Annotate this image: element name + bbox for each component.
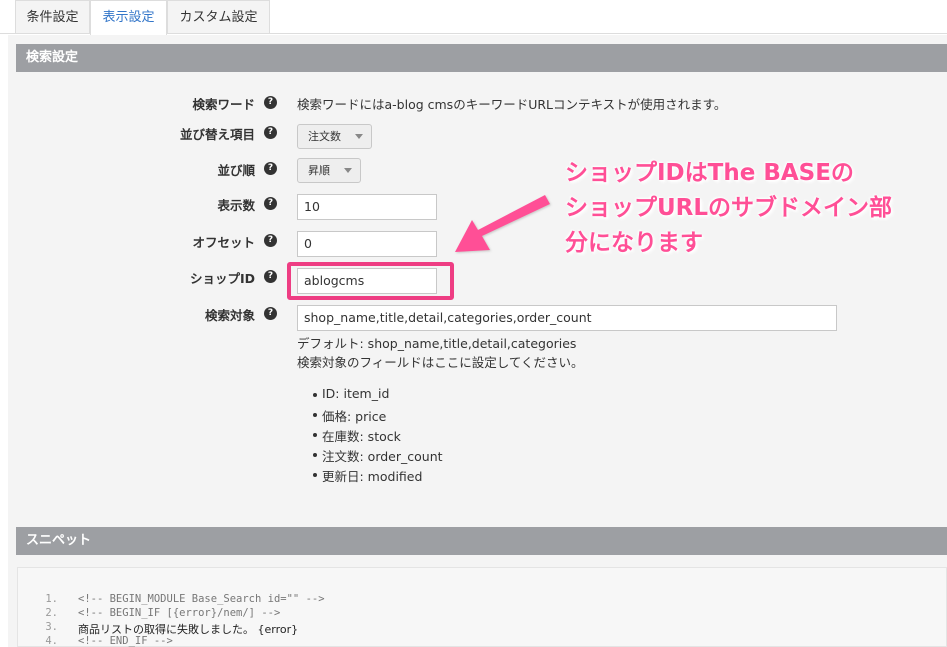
help-icon[interactable]: ? (264, 307, 277, 320)
code-text: <!-- BEGIN_IF [{error}/nem/] --> (78, 607, 281, 619)
help-icon[interactable]: ? (264, 197, 277, 210)
label-offset: オフセット (192, 235, 255, 250)
line-number: 1. (45, 593, 58, 605)
annotation-callout: ショップIDはThe BASEの ショップURLのサブドメイン部 分になります (565, 156, 925, 261)
list-item: 更新日: modified (312, 466, 422, 485)
section-header-search: 検索設定 (16, 44, 947, 72)
list-item: 価格: price (312, 406, 386, 425)
annotation-line: ショップURLのサブドメイン部 (565, 195, 893, 221)
section-header-snippet: スニペット (16, 527, 947, 555)
line-number: 4. (45, 635, 58, 647)
label-shop-id: ショップID (189, 271, 255, 286)
code-text: <!-- BEGIN_MODULE Base_Search id="" --> (78, 593, 325, 605)
chevron-down-icon (344, 168, 352, 173)
search-word-description: 検索ワードにはa-blog cmsのキーワードURLコンテキストが使用されます。 (297, 97, 727, 112)
help-icon[interactable]: ? (264, 162, 277, 175)
help-icon[interactable]: ? (264, 234, 277, 247)
annotation-line: 分になります (565, 230, 703, 256)
sort-order-value: 昇順 (308, 164, 330, 177)
label-search-target: 検索対象 (204, 308, 255, 323)
list-item: 在庫数: stock (313, 426, 401, 445)
sort-order-select[interactable]: 昇順 (297, 158, 361, 183)
snippet-code-block[interactable]: 1. <!-- BEGIN_MODULE Base_Search id="" -… (17, 567, 947, 647)
search-target-default: デフォルト: shop_name,title,detail,categories (297, 336, 577, 351)
line-number: 3. (45, 621, 58, 633)
annotation-line: ショップIDはThe BASEの (565, 160, 854, 186)
label-display-count: 表示数 (217, 198, 255, 213)
list-item: 注文数: order_count (313, 446, 443, 465)
search-target-help: 検索対象のフィールドはここに設定してください。 (297, 355, 584, 370)
list-item: ID: item_id (312, 386, 390, 401)
tab-display-settings[interactable]: 表示設定 (90, 0, 167, 35)
sort-item-value: 注文数 (308, 130, 341, 143)
shop-id-highlight-box (287, 262, 454, 300)
tab-bar: 条件設定 表示設定 カスタム設定 (0, 0, 947, 35)
chevron-down-icon (355, 134, 363, 139)
help-icon[interactable]: ? (264, 96, 277, 109)
help-icon[interactable]: ? (264, 126, 277, 139)
line-number: 2. (45, 607, 58, 619)
offset-input[interactable]: 0 (297, 231, 437, 257)
code-text: <!-- END_IF --> (78, 635, 173, 647)
sort-item-select[interactable]: 注文数 (297, 124, 372, 149)
label-sort-item: 並び替え項目 (179, 127, 255, 142)
tab-custom-settings[interactable]: カスタム設定 (167, 0, 270, 34)
display-count-input[interactable]: 10 (297, 194, 437, 220)
help-icon[interactable]: ? (264, 270, 277, 283)
search-target-input[interactable]: shop_name,title,detail,categories,order_… (297, 305, 837, 331)
label-search-word: 検索ワード (192, 97, 255, 112)
tab-condition-settings[interactable]: 条件設定 (15, 0, 90, 34)
label-sort-order: 並び順 (217, 163, 255, 178)
